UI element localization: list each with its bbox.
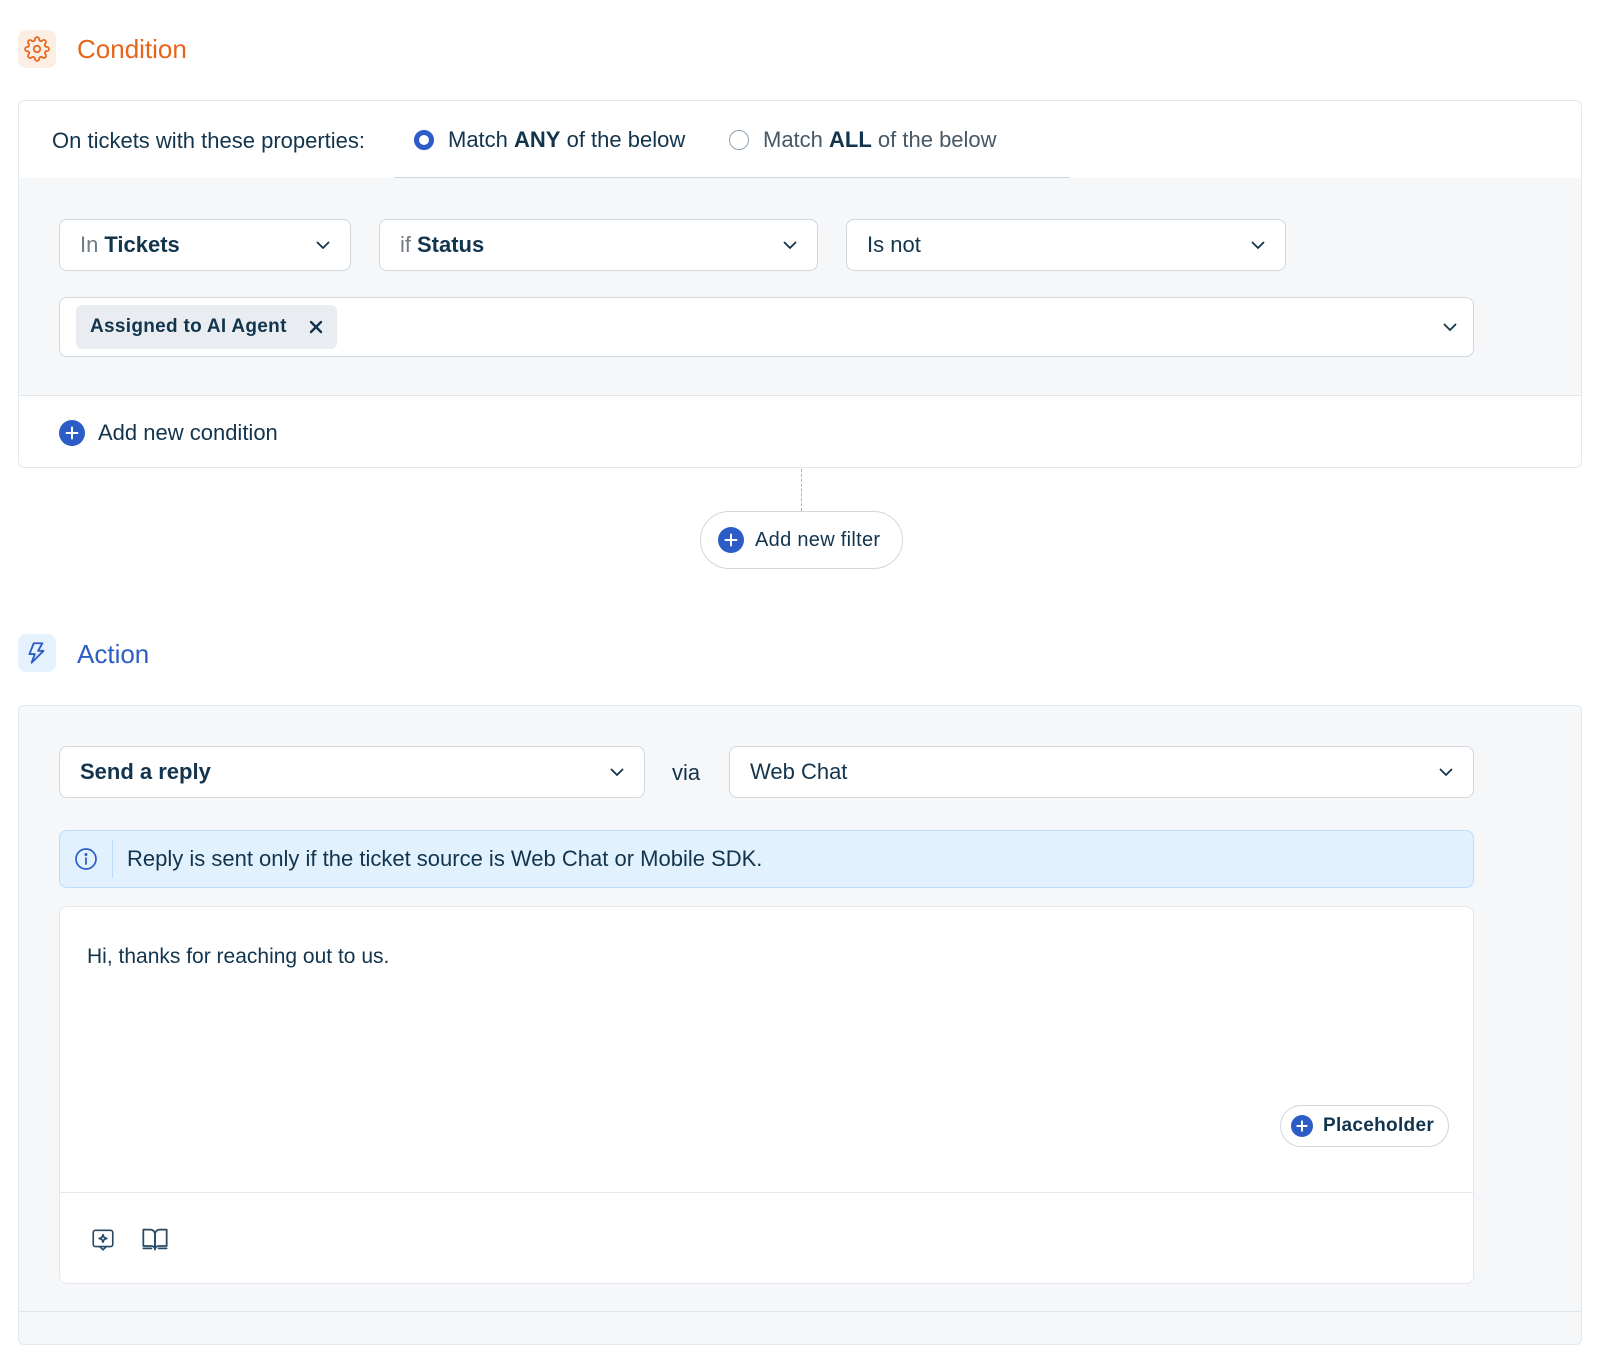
source-dropdown[interactable]: In Tickets [59,219,351,271]
plus-circle-icon [59,420,85,446]
operator-value: Is not [867,232,921,257]
channel-dropdown[interactable]: Web Chat [729,746,1474,798]
action-type-dropdown[interactable]: Send a reply [59,746,645,798]
match-all-bold: ALL [829,127,872,152]
match-all-suffix: of the below [871,127,997,152]
chevron-down-icon [316,238,330,252]
remove-tag-icon[interactable] [309,320,323,334]
properties-label: On tickets with these properties: [52,128,366,153]
action-lightning-icon [18,634,56,672]
match-all-prefix: Match [763,127,830,152]
add-filter-button[interactable]: Add new filter [700,511,903,569]
operator-dropdown[interactable]: Is not [846,219,1286,271]
source-value: Tickets [104,232,180,257]
source-prefix: In [80,232,99,257]
field-prefix: if [400,232,411,257]
match-any-radio[interactable] [414,130,434,150]
match-any-bold: ANY [514,127,561,152]
chevron-down-icon [1251,238,1265,252]
via-label: via [672,760,701,785]
chevron-down-icon [1439,765,1453,779]
filter-area [19,178,1581,396]
condition-title: Condition [77,34,187,64]
channel-value: Web Chat [750,759,848,784]
info-text: Reply is sent only if the ticket source … [127,846,763,871]
value-multiselect[interactable]: Assigned to AI Agent [59,297,1474,357]
plus-circle-icon [718,527,744,553]
book-icon[interactable] [141,1225,169,1253]
editor-toolbar-divider [60,1192,1473,1193]
add-condition-button[interactable]: Add new condition [59,420,278,446]
add-condition-label: Add new condition [98,420,278,445]
action-type-value: Send a reply [80,759,211,784]
info-divider [112,840,113,878]
action-card-bottom-divider [19,1311,1581,1312]
connector-line [801,469,802,511]
info-icon [60,847,112,871]
reply-text[interactable]: Hi, thanks for reaching out to us. [87,945,389,969]
placeholder-button[interactable]: Placeholder [1280,1105,1449,1147]
placeholder-label: Placeholder [1323,1115,1435,1136]
condition-gear-icon [18,30,56,68]
chevron-down-icon [610,765,624,779]
add-filter-label: Add new filter [755,528,881,551]
chevron-down-icon [783,238,797,252]
field-dropdown[interactable]: if Status [379,219,818,271]
plus-circle-icon [1291,1115,1313,1137]
chevron-down-icon [1443,320,1457,334]
action-title: Action [77,639,150,669]
info-banner: Reply is sent only if the ticket source … [59,830,1474,888]
match-any-radio-option[interactable]: Match ANY of the below [414,127,685,153]
match-all-radio[interactable] [729,130,749,150]
match-any-prefix: Match [448,127,515,152]
value-tag: Assigned to AI Agent [76,305,337,349]
match-all-radio-option[interactable]: Match ALL of the below [729,127,997,153]
match-any-suffix: of the below [560,127,686,152]
field-value: Status [417,232,485,257]
value-tag-label: Assigned to AI Agent [90,316,287,337]
ai-sparkle-icon[interactable] [90,1226,116,1252]
